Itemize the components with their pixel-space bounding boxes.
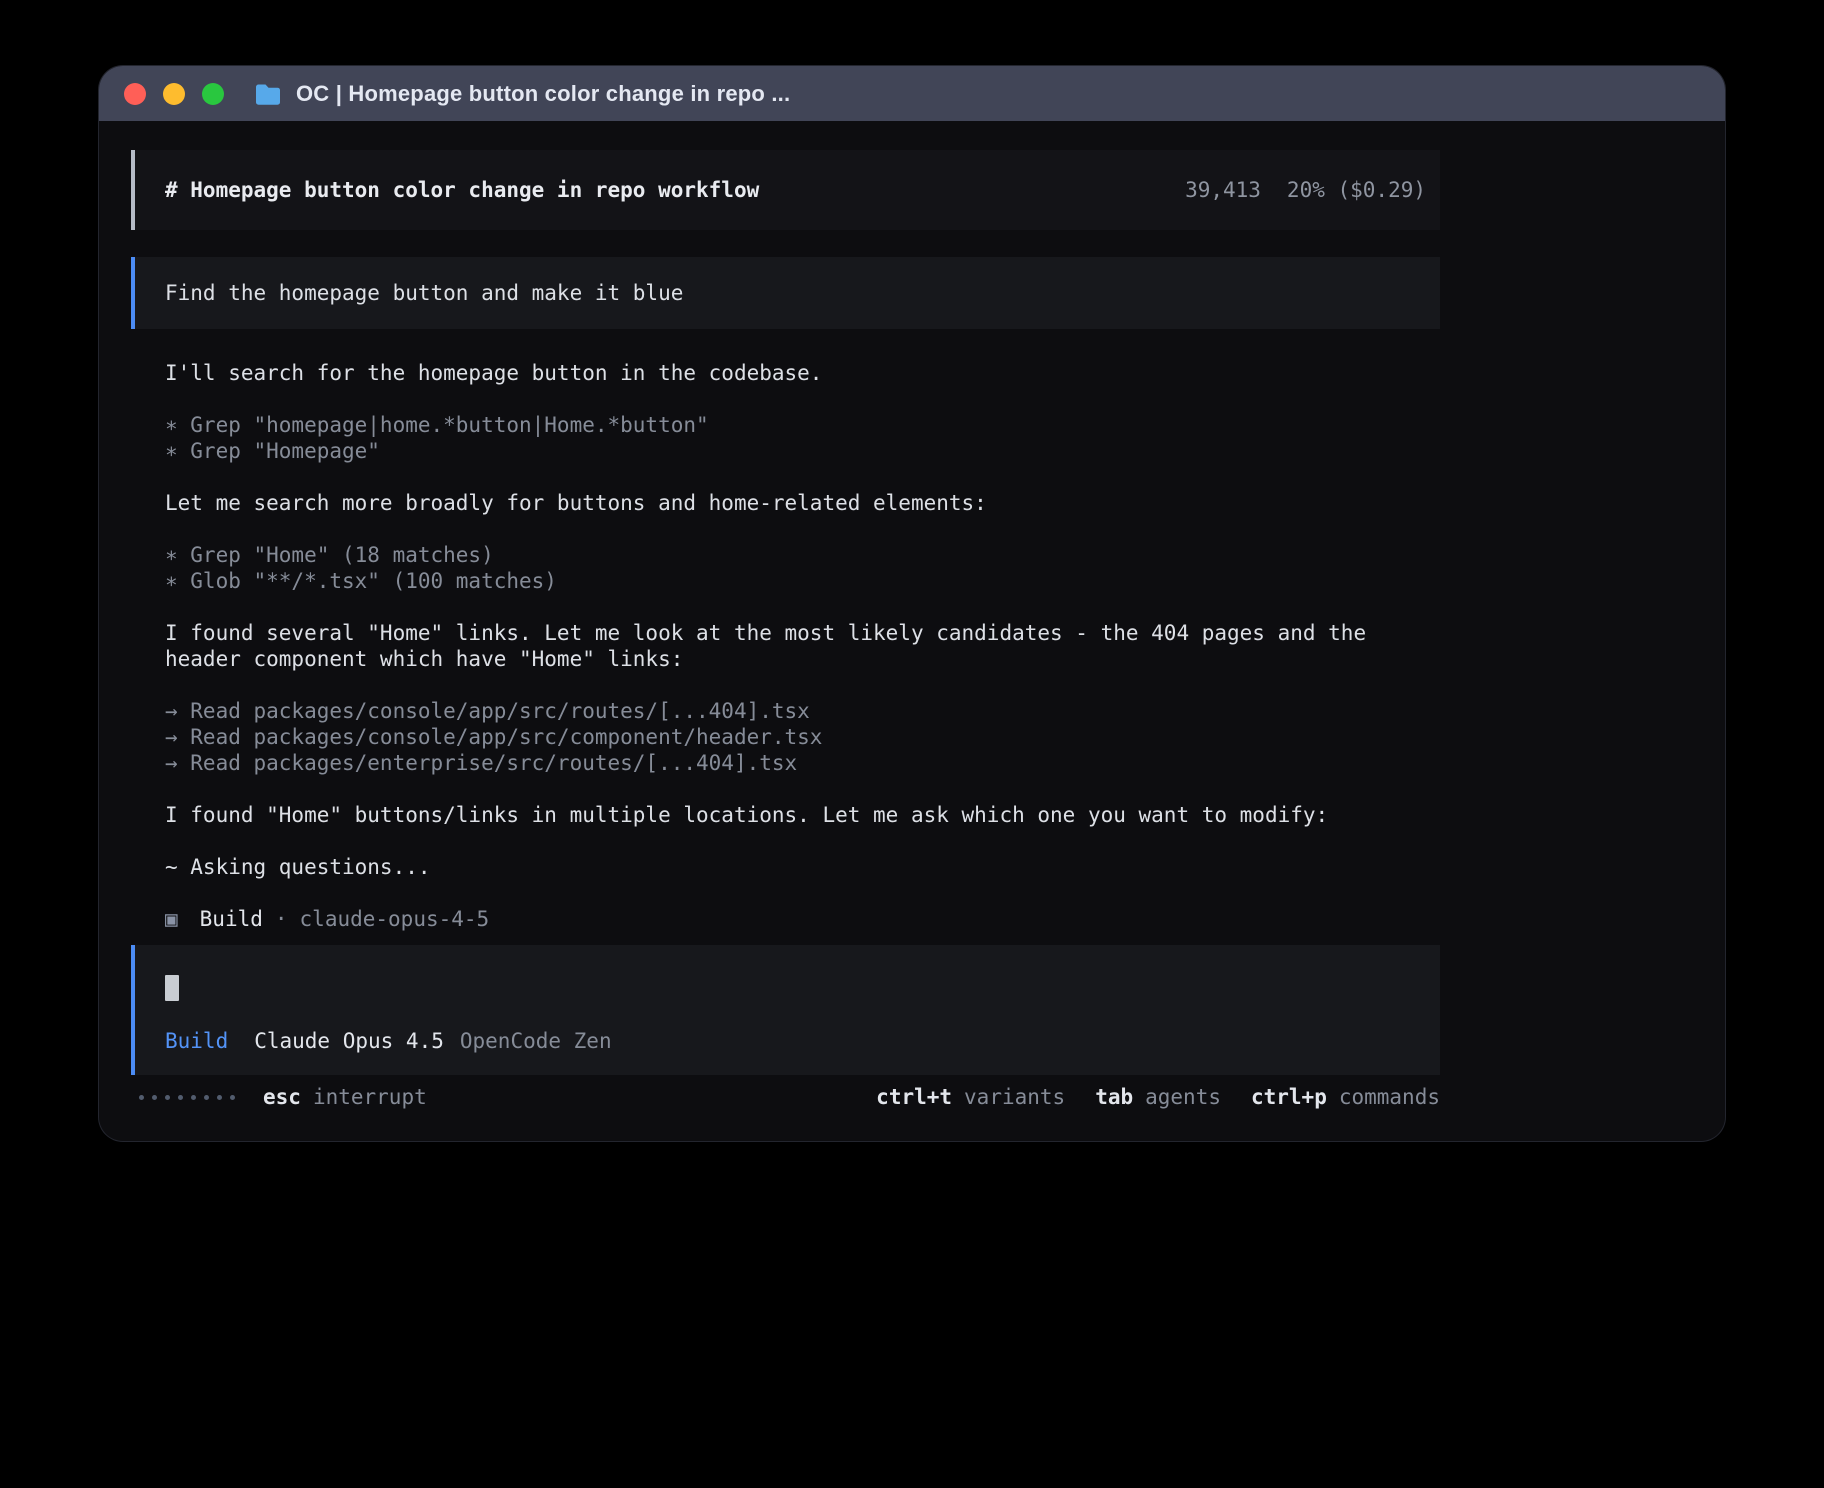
session-stats: 39,413 20% ($0.29) (1185, 177, 1426, 203)
shortcut-agents: tab agents (1095, 1084, 1221, 1110)
assistant-text: I found "Home" buttons/links in multiple… (165, 802, 1725, 828)
model-line: Build Claude Opus 4.5 OpenCode Zen (165, 1028, 612, 1054)
user-message: Find the homepage button and make it blu… (131, 257, 1440, 329)
titlebar[interactable]: OC | Homepage button color change in rep… (99, 66, 1725, 121)
tool-call-group: → Read packages/console/app/src/routes/[… (165, 698, 1725, 776)
shortcut-key: ctrl+t (876, 1084, 952, 1110)
terminal-window: OC | Homepage button color change in rep… (99, 66, 1725, 1141)
assistant-status: ~ Asking questions... (165, 854, 1725, 880)
tool-call-read: → Read packages/enterprise/src/routes/[.… (165, 750, 1725, 776)
tool-call-group: ∗ Grep "homepage|home.*button|Home.*butt… (165, 412, 1725, 464)
conversation: I'll search for the homepage button in t… (131, 360, 1725, 932)
shortcut-label: agents (1145, 1084, 1221, 1110)
tool-call-grep: ∗ Grep "Home" (18 matches) (165, 542, 1725, 568)
session-title: # Homepage button color change in repo w… (165, 177, 759, 203)
shortcut-key: ctrl+p (1251, 1084, 1327, 1110)
token-count: 39,413 (1185, 177, 1261, 203)
shortcut-label-interrupt: interrupt (313, 1084, 427, 1110)
spinner-icon (139, 1095, 235, 1100)
agent-name: Build (200, 906, 263, 932)
mode-label: Build (165, 1028, 228, 1054)
shortcut-label: commands (1339, 1084, 1440, 1110)
agent-icon: ▣ (165, 906, 178, 932)
shortcut-label: variants (964, 1084, 1065, 1110)
agent-model: claude-opus-4-5 (300, 906, 490, 932)
tool-call-grep: ∗ Grep "Homepage" (165, 438, 1725, 464)
provider-name: OpenCode Zen (460, 1028, 612, 1054)
model-name: Claude Opus 4.5 (254, 1028, 444, 1054)
minimize-button[interactable] (163, 83, 185, 105)
assistant-text: I'll search for the homepage button in t… (165, 360, 1725, 386)
session-header: # Homepage button color change in repo w… (131, 150, 1440, 230)
statusbar: esc interrupt ctrl+t variants tab agents… (131, 1083, 1440, 1111)
window-title: OC | Homepage button color change in rep… (296, 81, 790, 107)
tool-call-grep: ∗ Grep "homepage|home.*button|Home.*butt… (165, 412, 1725, 438)
terminal-content: # Homepage button color change in repo w… (99, 150, 1725, 1111)
folder-icon (254, 83, 282, 105)
tool-call-glob: ∗ Glob "**/*.tsx" (100 matches) (165, 568, 1725, 594)
separator-dot: · (275, 906, 288, 932)
status-left: esc interrupt (139, 1084, 427, 1110)
zoom-button[interactable] (202, 83, 224, 105)
agent-line: ▣ Build · claude-opus-4-5 (165, 906, 1725, 932)
shortcut-key: tab (1095, 1084, 1133, 1110)
shortcut-variants: ctrl+t variants (876, 1084, 1065, 1110)
text-cursor (165, 975, 179, 1001)
close-button[interactable] (124, 83, 146, 105)
tool-call-group: ∗ Grep "Home" (18 matches) ∗ Glob "**/*.… (165, 542, 1725, 594)
user-message-text: Find the homepage button and make it blu… (165, 280, 683, 306)
assistant-text: I found several "Home" links. Let me loo… (165, 620, 1405, 672)
shortcut-commands: ctrl+p commands (1251, 1084, 1440, 1110)
tool-call-read: → Read packages/console/app/src/componen… (165, 724, 1725, 750)
traffic-lights (124, 83, 224, 105)
context-cost: 20% ($0.29) (1287, 177, 1426, 203)
assistant-text: Let me search more broadly for buttons a… (165, 490, 1725, 516)
prompt-input[interactable]: Build Claude Opus 4.5 OpenCode Zen (131, 945, 1440, 1075)
shortcut-key-esc: esc (263, 1084, 301, 1110)
tool-call-read: → Read packages/console/app/src/routes/[… (165, 698, 1725, 724)
status-right: ctrl+t variants tab agents ctrl+p comman… (876, 1084, 1440, 1110)
